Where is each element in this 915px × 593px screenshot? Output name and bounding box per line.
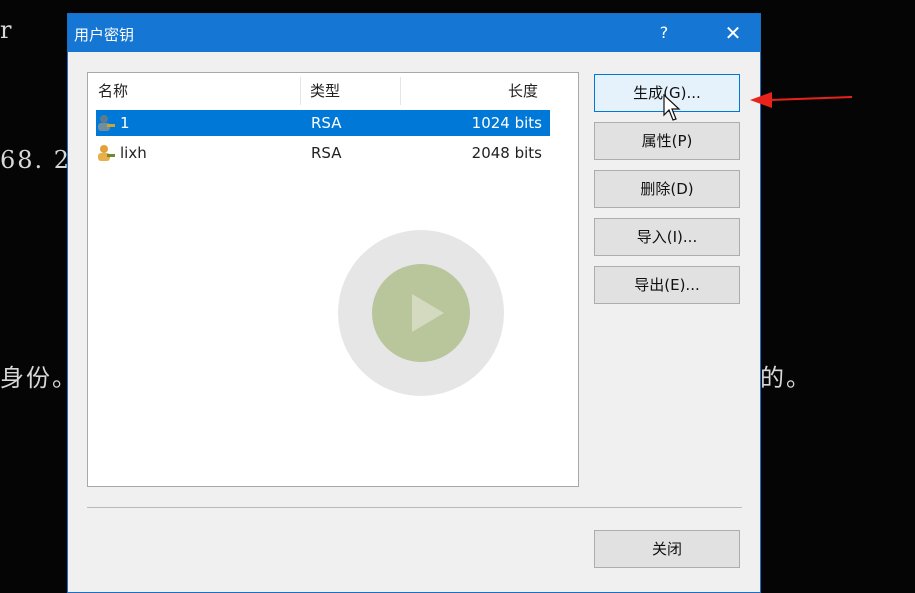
dialog-title: 用户密钥 [74,26,135,44]
key-name: lixh [120,144,147,162]
delete-button[interactable]: 删除(D) [594,170,740,208]
column-header-name[interactable]: 名称 [98,73,128,109]
key-row[interactable]: lixh RSA 2048 bits [96,140,550,166]
video-play-overlay[interactable] [338,230,504,396]
key-name: 1 [120,114,130,132]
export-button[interactable]: 导出(E)... [594,266,740,304]
close-button[interactable]: 关闭 [594,530,740,568]
dialog-titlebar[interactable]: 用户密钥 ? ✕ [68,14,760,52]
column-header-type[interactable]: 类型 [310,73,340,109]
key-row[interactable]: 1 RSA 1024 bits [96,110,550,136]
mouse-cursor-icon [663,94,681,121]
key-type: RSA [311,114,342,132]
annotation-arrow-icon [750,92,853,108]
column-header-length[interactable]: 长度 [508,73,538,109]
column-separator [300,77,301,105]
close-window-button[interactable]: ✕ [712,14,754,52]
keys-list[interactable]: 名称 类型 长度 1 RSA 1024 bits lixh RSA 2048 b… [87,72,579,487]
help-button[interactable]: ? [648,14,680,52]
play-button-circle[interactable] [372,264,470,362]
key-length: 1024 bits [471,114,542,132]
background-text-suffix: 的。 [760,364,812,392]
background-text-r: r [0,16,14,44]
dialog-divider [87,507,742,508]
column-separator [400,77,401,105]
properties-button[interactable]: 属性(P) [594,122,740,160]
key-length: 2048 bits [471,144,542,162]
import-button[interactable]: 导入(I)... [594,218,740,256]
key-user-icon [98,145,115,161]
key-type: RSA [311,144,342,162]
key-user-icon [98,115,115,131]
play-icon [412,294,444,332]
